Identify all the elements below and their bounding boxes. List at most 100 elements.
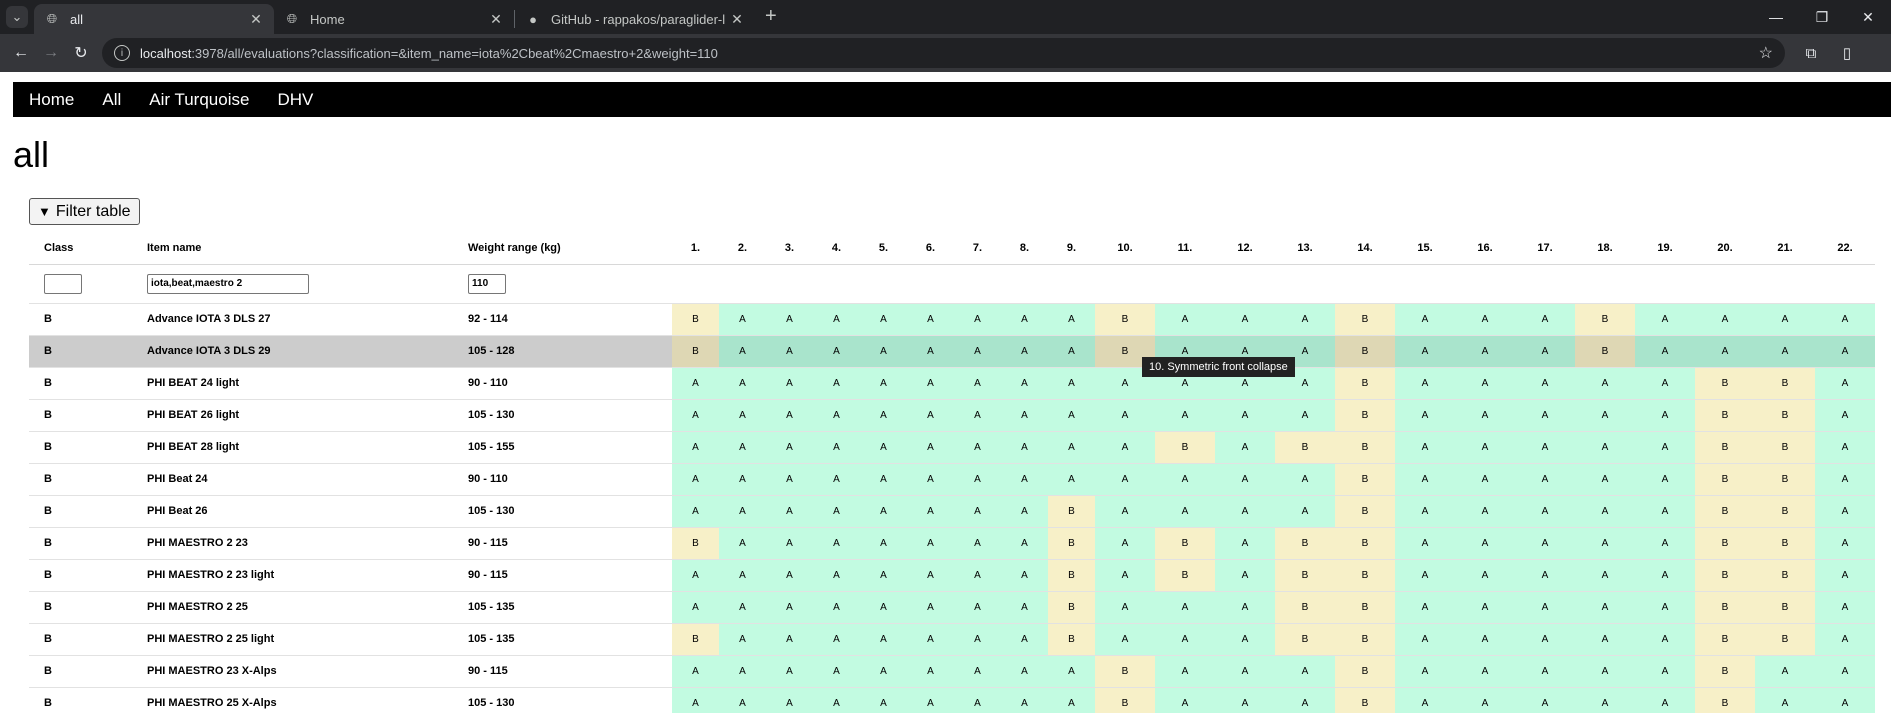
grade-cell: A xyxy=(907,590,954,623)
tab-search-chevron-icon[interactable]: ⌄ xyxy=(6,6,28,28)
item-name-cell: Advance IOTA 3 DLS 29 xyxy=(132,334,453,367)
table-row[interactable]: B Advance IOTA 3 DLS 27 92 - 114 B A A A A A A A A B… xyxy=(29,302,1875,335)
table-row[interactable]: B PHI MAESTRO 2 25 light 105 - 135 B A A A A A A A… xyxy=(29,622,1875,655)
extensions-icon[interactable]: ⧉ xyxy=(1793,38,1829,68)
grade-cell: A xyxy=(1215,494,1275,527)
grade-cell: A xyxy=(1275,302,1335,335)
grade-cell: A xyxy=(1515,462,1575,495)
grade-cell: A xyxy=(1395,686,1455,713)
header-test-7[interactable]: 7. xyxy=(954,233,1001,264)
grade-cell: A xyxy=(1001,558,1048,591)
grade-cell: B xyxy=(1695,654,1755,687)
grade-cell: B xyxy=(1095,654,1155,687)
grade-cell: A xyxy=(1095,462,1155,495)
browser-tab-active[interactable]: 🌐︎ all ✕ xyxy=(34,4,274,34)
header-test-10[interactable]: 10. xyxy=(1095,233,1155,264)
header-test-19[interactable]: 19. xyxy=(1635,233,1695,264)
close-tab-icon[interactable]: ✕ xyxy=(488,11,504,28)
bookmark-star-icon[interactable]: ☆ xyxy=(1759,43,1773,63)
grade-cell: A xyxy=(1455,430,1515,463)
header-test-21[interactable]: 21. xyxy=(1755,233,1815,264)
table-row[interactable]: B PHI BEAT 26 light 105 - 130 A A A A A A A A A A A A A… xyxy=(29,398,1875,431)
forward-icon[interactable]: → xyxy=(36,38,66,68)
nav-home[interactable]: Home xyxy=(29,90,74,110)
restore-icon[interactable]: ❐ xyxy=(1799,0,1845,34)
browser-tab[interactable]: ● GitHub - rappakos/paraglider-l ✕ xyxy=(515,4,755,34)
header-test-13[interactable]: 13. xyxy=(1275,233,1335,264)
header-weight-range[interactable]: Weight range (kg) xyxy=(453,233,672,264)
nav-air-turquoise[interactable]: Air Turquoise xyxy=(149,90,249,110)
grade-cell: B xyxy=(1095,686,1155,713)
table-row[interactable]: B PHI MAESTRO 23 X-Alps 90 - 115 A A A A A A A A A B… xyxy=(29,654,1875,687)
header-test-20[interactable]: 20. xyxy=(1695,233,1755,264)
grade-cell: A xyxy=(1095,558,1155,591)
filter-spacer xyxy=(672,263,1875,303)
header-test-16[interactable]: 16. xyxy=(1455,233,1515,264)
back-icon[interactable]: ← xyxy=(6,38,36,68)
grade-cell: A xyxy=(860,622,907,655)
header-test-12[interactable]: 12. xyxy=(1215,233,1275,264)
header-test-17[interactable]: 17. xyxy=(1515,233,1575,264)
header-item-name[interactable]: Item name xyxy=(132,233,453,264)
header-class[interactable]: Class xyxy=(29,233,132,264)
header-test-8[interactable]: 8. xyxy=(1001,233,1048,264)
table-row[interactable]: B PHI Beat 24 90 - 110 A A A A A A A A A A A A A B A A A A A B… xyxy=(29,462,1875,495)
grade-cell: A xyxy=(1095,430,1155,463)
address-bar[interactable]: i localhost:3978/all/evaluations?classif… xyxy=(102,38,1785,68)
side-panel-icon[interactable]: ▯ xyxy=(1829,38,1865,68)
minimize-icon[interactable]: — xyxy=(1753,0,1799,34)
item-name-filter-input[interactable] xyxy=(147,273,309,294)
header-test-2[interactable]: 2. xyxy=(719,233,766,264)
header-test-22[interactable]: 22. xyxy=(1815,233,1875,264)
grade-cell: B xyxy=(1335,526,1395,559)
table-row[interactable]: B PHI MAESTRO 2 25 105 - 135 A A A A A A A A B A A A B B… xyxy=(29,590,1875,623)
weight-filter-input[interactable] xyxy=(468,273,506,294)
grade-cell: A xyxy=(1815,398,1875,431)
table-row[interactable]: B PHI BEAT 28 light 105 - 155 A A A A A A A A A A B A B… xyxy=(29,430,1875,463)
table-row[interactable]: B PHI MAESTRO 2 23 light 90 - 115 A A A A A A A A B… xyxy=(29,558,1875,591)
table-row[interactable]: B Advance IOTA 3 DLS 29 105 - 128 B A A A A A A A A… xyxy=(29,334,1875,367)
header-test-11[interactable]: 11. xyxy=(1155,233,1215,264)
table-row[interactable]: B PHI Beat 26 105 - 130 A A A A A A A A B A A A A B A A A A A… xyxy=(29,494,1875,527)
site-info-icon[interactable]: i xyxy=(114,45,130,61)
reload-icon[interactable]: ↻ xyxy=(66,38,96,68)
grade-cell: B xyxy=(1575,302,1635,335)
grade-cell: A xyxy=(672,558,719,591)
header-test-3[interactable]: 3. xyxy=(766,233,813,264)
profile-menu-icon[interactable] xyxy=(1865,38,1885,68)
grade-cell: A xyxy=(860,398,907,431)
nav-all[interactable]: All xyxy=(102,90,121,110)
table-row[interactable]: B PHI MAESTRO 25 X-Alps 105 - 130 A A A A A A A A A… xyxy=(29,686,1875,713)
grade-cell: B xyxy=(1275,558,1335,591)
nav-dhv[interactable]: DHV xyxy=(277,90,313,110)
grade-cell: A xyxy=(719,366,766,399)
grade-cell: A xyxy=(1001,622,1048,655)
close-window-icon[interactable]: ✕ xyxy=(1845,0,1891,34)
grade-cell: A xyxy=(813,302,860,335)
new-tab-icon[interactable]: + xyxy=(765,5,777,28)
grade-cell: A xyxy=(1575,366,1635,399)
header-test-6[interactable]: 6. xyxy=(907,233,954,264)
url-text[interactable]: localhost:3978/all/evaluations?classific… xyxy=(140,46,1759,61)
header-test-18[interactable]: 18. xyxy=(1575,233,1635,264)
table-row[interactable]: B PHI BEAT 24 light 90 - 110 A A A A A A A A A A A A A B… xyxy=(29,366,1875,399)
grade-cell: B xyxy=(1048,622,1095,655)
filter-table-button[interactable]: ▼ Filter table xyxy=(29,198,140,225)
grade-cell: A xyxy=(1155,462,1215,495)
header-test-14[interactable]: 14. xyxy=(1335,233,1395,264)
class-filter-input[interactable] xyxy=(44,273,82,294)
grade-cell: A xyxy=(907,334,954,367)
header-test-5[interactable]: 5. xyxy=(860,233,907,264)
header-test-15[interactable]: 15. xyxy=(1395,233,1455,264)
class-cell: B xyxy=(29,302,132,335)
browser-tab[interactable]: 🌐︎ Home ✕ xyxy=(274,4,514,34)
table-row[interactable]: B PHI MAESTRO 2 23 90 - 115 B A A A A A A A B A B A B B A… xyxy=(29,526,1875,559)
header-test-9[interactable]: 9. xyxy=(1048,233,1095,264)
close-tab-icon[interactable]: ✕ xyxy=(729,11,745,28)
grade-cell: A xyxy=(1815,622,1875,655)
header-test-4[interactable]: 4. xyxy=(813,233,860,264)
header-test-1[interactable]: 1. xyxy=(672,233,719,264)
class-cell: B xyxy=(29,654,132,687)
class-cell: B xyxy=(29,334,132,367)
close-tab-icon[interactable]: ✕ xyxy=(248,11,264,28)
